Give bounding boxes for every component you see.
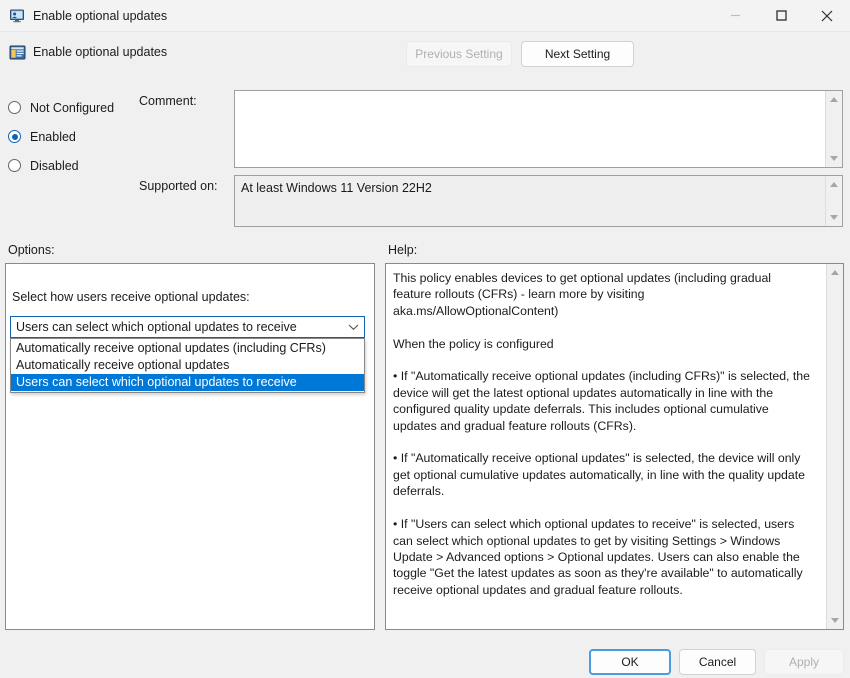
- comment-input[interactable]: [234, 90, 843, 168]
- next-setting-button[interactable]: Next Setting: [521, 41, 634, 67]
- radio-indicator: [8, 159, 21, 172]
- policy-name: Enable optional updates: [33, 45, 167, 59]
- cancel-button[interactable]: Cancel: [679, 649, 756, 675]
- chevron-down-icon[interactable]: [342, 317, 364, 337]
- scroll-down-icon[interactable]: [827, 612, 844, 629]
- minimize-icon[interactable]: [712, 0, 758, 31]
- dropdown-label: Select how users receive optional update…: [12, 290, 250, 304]
- radio-label: Enabled: [30, 130, 76, 144]
- options-section-label: Options:: [8, 243, 55, 257]
- comment-scrollbar[interactable]: [825, 91, 842, 167]
- scroll-down-icon[interactable]: [826, 150, 843, 167]
- policy-setting-icon: [9, 44, 26, 61]
- maximize-icon[interactable]: [758, 0, 804, 31]
- options-panel: Select how users receive optional update…: [5, 263, 375, 630]
- supported-on-value: At least Windows 11 Version 22H2: [241, 181, 432, 195]
- help-scrollbar[interactable]: [826, 264, 843, 629]
- policy-monitor-icon: [9, 8, 25, 24]
- policy-header: Enable optional updates Previous Setting…: [0, 31, 850, 93]
- dropdown-option-list[interactable]: Automatically receive optional updates (…: [10, 338, 365, 393]
- radio-enabled[interactable]: Enabled: [8, 124, 138, 149]
- radio-indicator: [8, 130, 21, 143]
- policy-state-radio-group: Not Configured Enabled Disabled: [8, 95, 138, 182]
- radio-label: Disabled: [30, 159, 79, 173]
- radio-disabled[interactable]: Disabled: [8, 153, 138, 178]
- radio-label: Not Configured: [30, 101, 114, 115]
- radio-indicator: [8, 101, 21, 114]
- ok-button[interactable]: OK: [589, 649, 671, 675]
- help-text: This policy enables devices to get optio…: [393, 270, 811, 598]
- apply-button[interactable]: Apply: [764, 649, 844, 675]
- scroll-up-icon[interactable]: [826, 176, 843, 193]
- window-title: Enable optional updates: [33, 9, 167, 23]
- previous-setting-button[interactable]: Previous Setting: [406, 41, 512, 67]
- help-panel: This policy enables devices to get optio…: [385, 263, 844, 630]
- radio-not-configured[interactable]: Not Configured: [8, 95, 138, 120]
- close-icon[interactable]: [804, 0, 850, 31]
- scroll-up-icon[interactable]: [827, 264, 844, 281]
- supported-on-field: At least Windows 11 Version 22H2: [234, 175, 843, 227]
- window-controls: [712, 0, 850, 31]
- dropdown-selected-value: Users can select which optional updates …: [16, 320, 342, 334]
- supported-on-label: Supported on:: [139, 179, 218, 193]
- comment-label: Comment:: [139, 94, 197, 108]
- title-bar: Enable optional updates: [0, 0, 850, 32]
- dropdown-option[interactable]: Automatically receive optional updates (…: [11, 340, 364, 357]
- optional-updates-dropdown[interactable]: Users can select which optional updates …: [10, 316, 365, 338]
- supported-on-scrollbar[interactable]: [825, 176, 842, 226]
- dropdown-option-selected[interactable]: Users can select which optional updates …: [11, 374, 364, 391]
- help-section-label: Help:: [388, 243, 417, 257]
- scroll-down-icon[interactable]: [826, 209, 843, 226]
- scroll-up-icon[interactable]: [826, 91, 843, 108]
- dropdown-option[interactable]: Automatically receive optional updates: [11, 357, 364, 374]
